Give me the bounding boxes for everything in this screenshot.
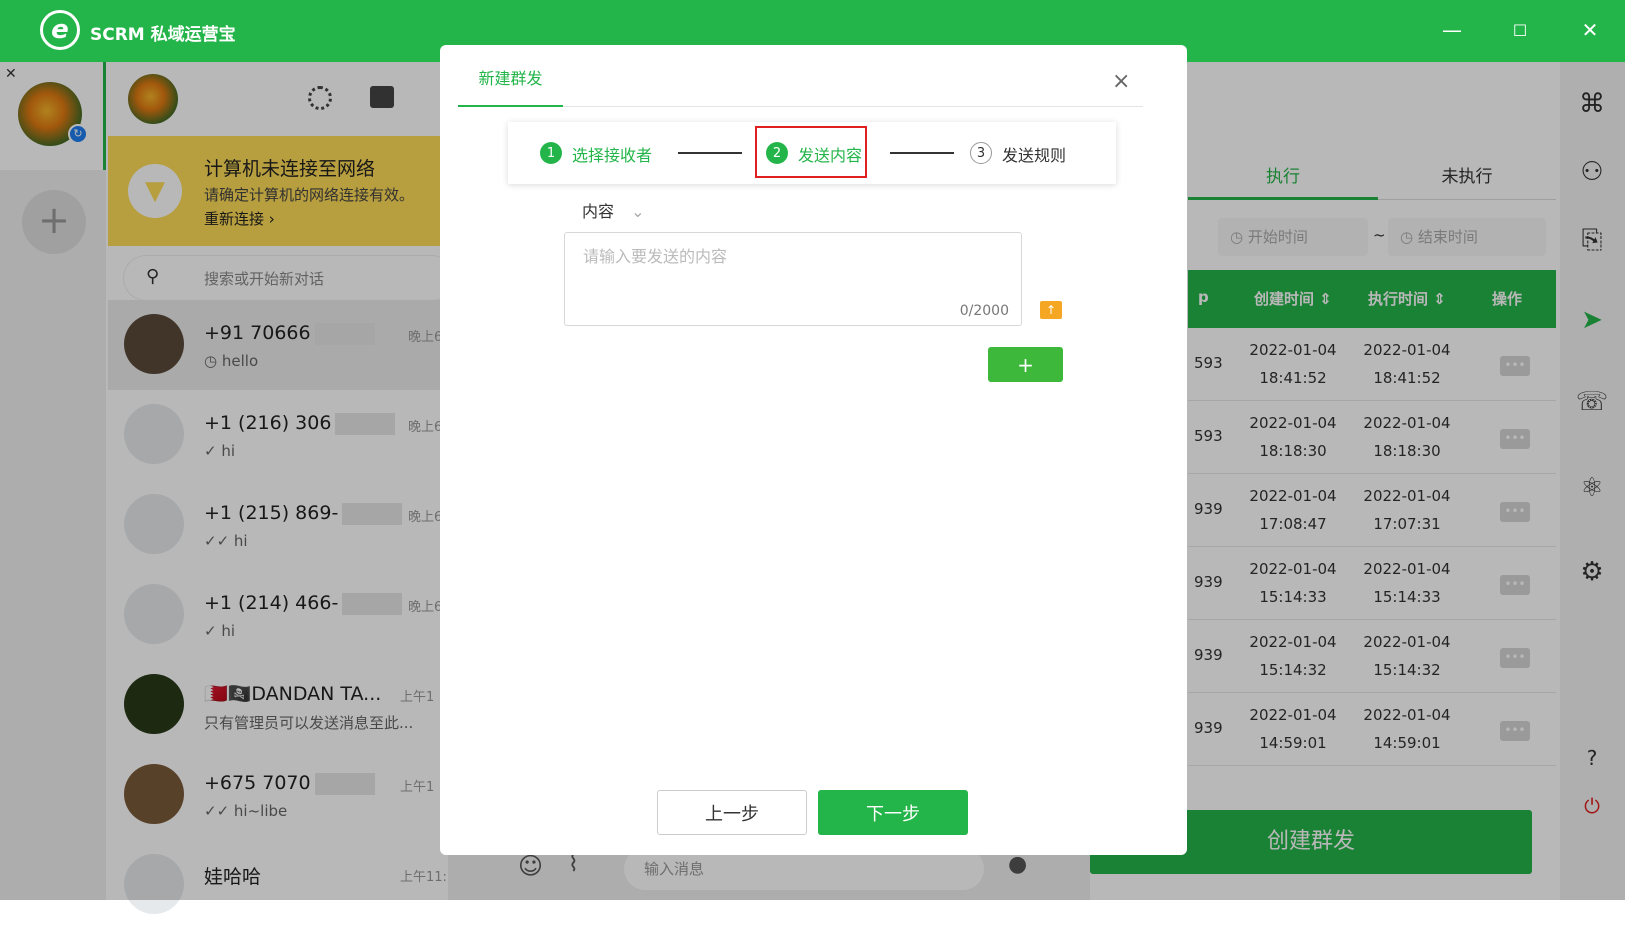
maximize-button[interactable]: ☐	[1508, 18, 1532, 42]
add-content-button[interactable]: +	[988, 347, 1063, 382]
app-logo-icon: e	[40, 10, 80, 50]
title-divider	[563, 106, 1143, 107]
dialog-title-tab[interactable]: 新建群发	[458, 61, 563, 107]
step-1-label: 选择接收者	[572, 146, 653, 165]
step-indicator: 1 选择接收者 2 发送内容 3 发送规则	[508, 122, 1116, 184]
prev-step-button[interactable]: 上一步	[657, 790, 807, 835]
step-connector	[678, 152, 742, 154]
step-3-icon: 3	[970, 142, 992, 164]
new-broadcast-dialog: 新建群发 × 1 选择接收者 2 发送内容 3 发送规则 内容 ⌄ 请输入要发送…	[440, 45, 1187, 855]
step-1-icon: 1	[540, 142, 562, 164]
step-2-label: 发送内容	[798, 146, 863, 165]
chevron-down-icon: ⌄	[631, 202, 645, 221]
next-step-button[interactable]: 下一步	[818, 790, 968, 835]
step-connector	[890, 152, 954, 154]
close-window-button[interactable]: ✕	[1578, 18, 1602, 42]
step-3-label: 发送规则	[1002, 146, 1067, 165]
content-textarea[interactable]: 请输入要发送的内容 0/2000	[564, 232, 1022, 326]
dialog-close-icon[interactable]: ×	[1112, 69, 1130, 94]
upload-folder-icon[interactable]: ↑	[1040, 301, 1062, 319]
char-counter: 0/2000	[959, 303, 1009, 319]
content-type-select[interactable]: 内容 ⌄	[582, 198, 645, 222]
step-2-icon: 2	[766, 142, 788, 164]
minimize-button[interactable]: —	[1440, 18, 1464, 42]
app-title: SCRM 私域运营宝	[90, 25, 236, 45]
